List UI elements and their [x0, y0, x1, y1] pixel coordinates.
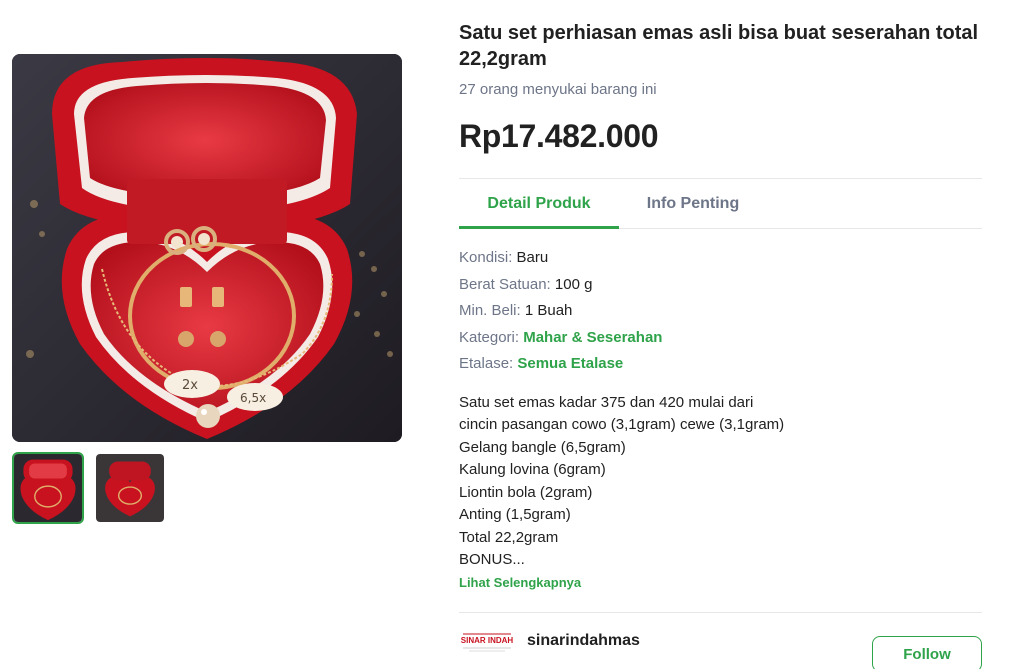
shop-logo[interactable]: SINAR INDAH: [459, 624, 515, 656]
product-main-image[interactable]: 2x 6,5x: [12, 54, 402, 442]
shop-section: SINAR INDAH sinarindahmas Follow: [459, 0, 982, 669]
thumbnail-strip: [12, 452, 166, 524]
jewelry-box-illustration: 2x 6,5x: [12, 54, 402, 442]
thumbnail-2[interactable]: [94, 452, 166, 524]
thumbnail-1[interactable]: [12, 452, 84, 524]
shop-row: SINAR INDAH sinarindahmas Follow: [459, 612, 982, 669]
tag-text-1: 2x: [182, 378, 198, 393]
tag-text-2: 6,5x: [240, 391, 266, 405]
shop-name[interactable]: sinarindahmas: [527, 632, 640, 650]
follow-button[interactable]: Follow: [872, 636, 982, 669]
shop-logo-text: SINAR INDAH: [461, 636, 514, 645]
